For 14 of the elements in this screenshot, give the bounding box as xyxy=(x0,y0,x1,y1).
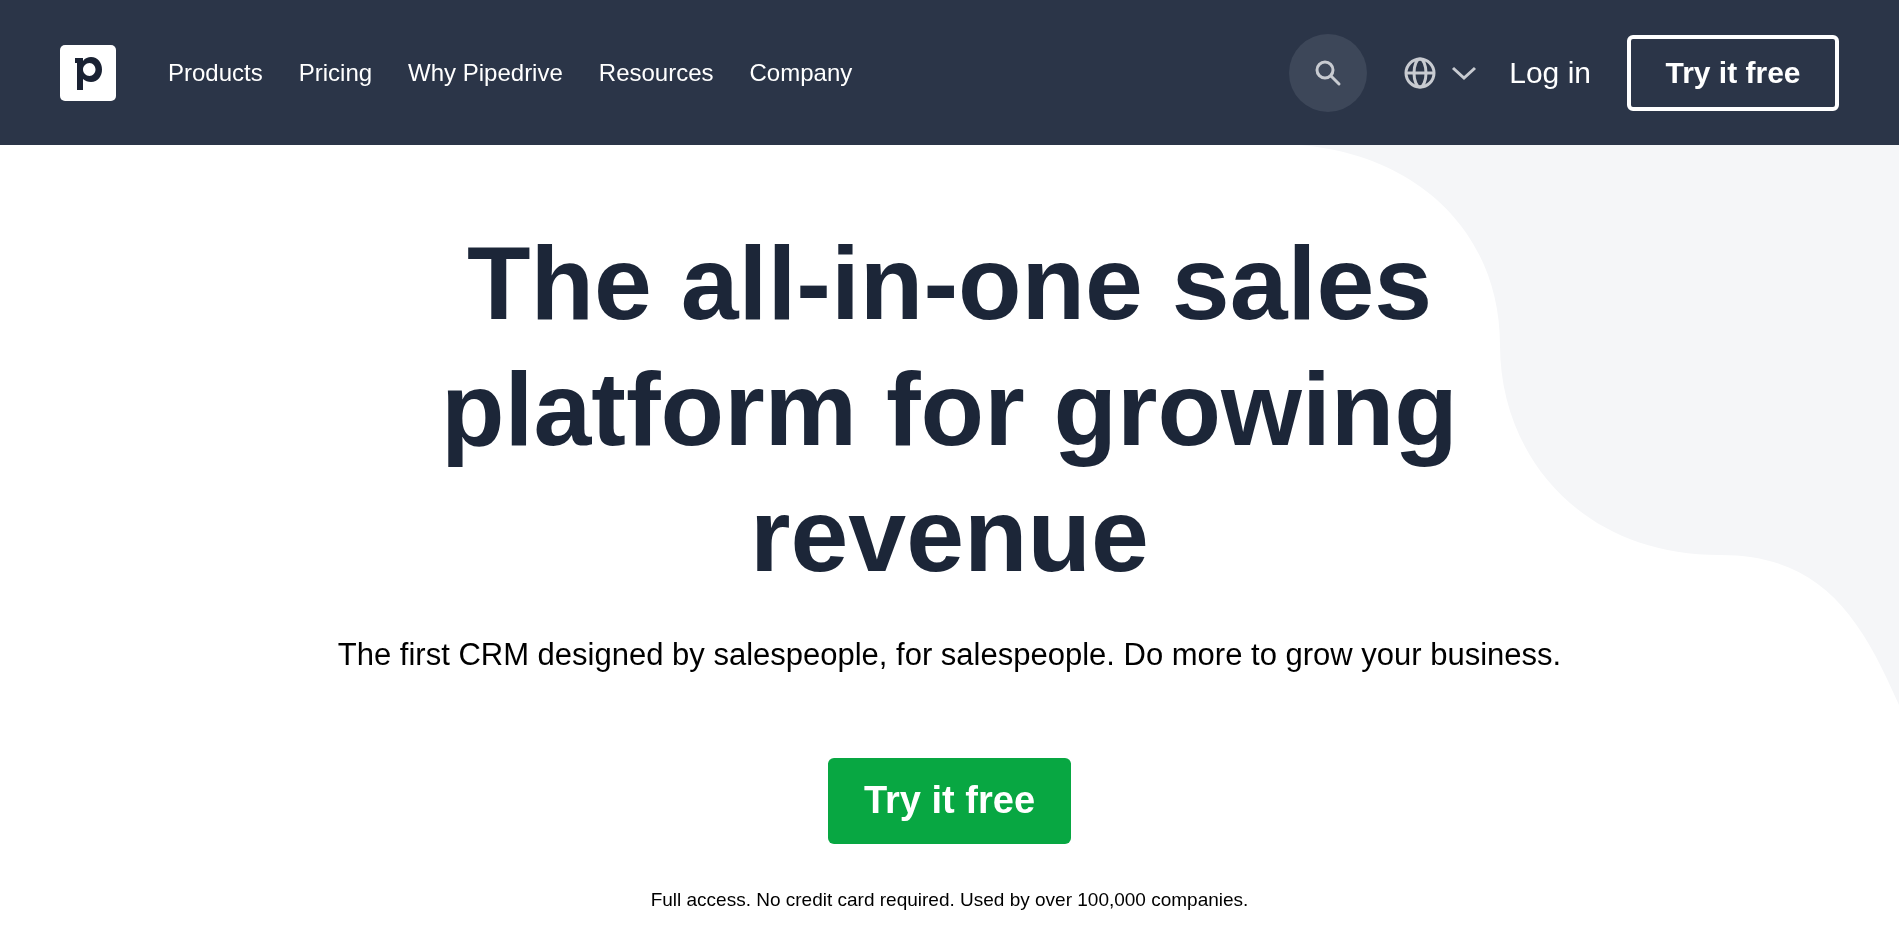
logo-icon[interactable] xyxy=(60,44,116,101)
login-link[interactable]: Log in xyxy=(1509,50,1591,95)
nav-link[interactable]: Company xyxy=(749,54,853,91)
try-free-button[interactable]: Try it free xyxy=(1627,34,1839,111)
nav-link[interactable]: Why Pipedrive xyxy=(408,54,563,91)
hero-note: Full access. No credit card required. Used by over 100,000 companies. xyxy=(650,887,1249,912)
chevron-down-icon xyxy=(1451,64,1478,81)
nav-link[interactable]: Resources xyxy=(598,54,714,91)
nav-link[interactable]: Pricing xyxy=(298,54,373,91)
hero-subtitle: The first CRM designed by salespeople, for salespeople. Do more to grow your business. xyxy=(337,636,1562,674)
globe-icon xyxy=(1403,55,1438,90)
language-selector[interactable] xyxy=(1403,55,1478,90)
nav-link[interactable]: Products xyxy=(168,54,263,91)
hero-title: The all-in-one sales platform for growing revenue xyxy=(440,224,1459,595)
